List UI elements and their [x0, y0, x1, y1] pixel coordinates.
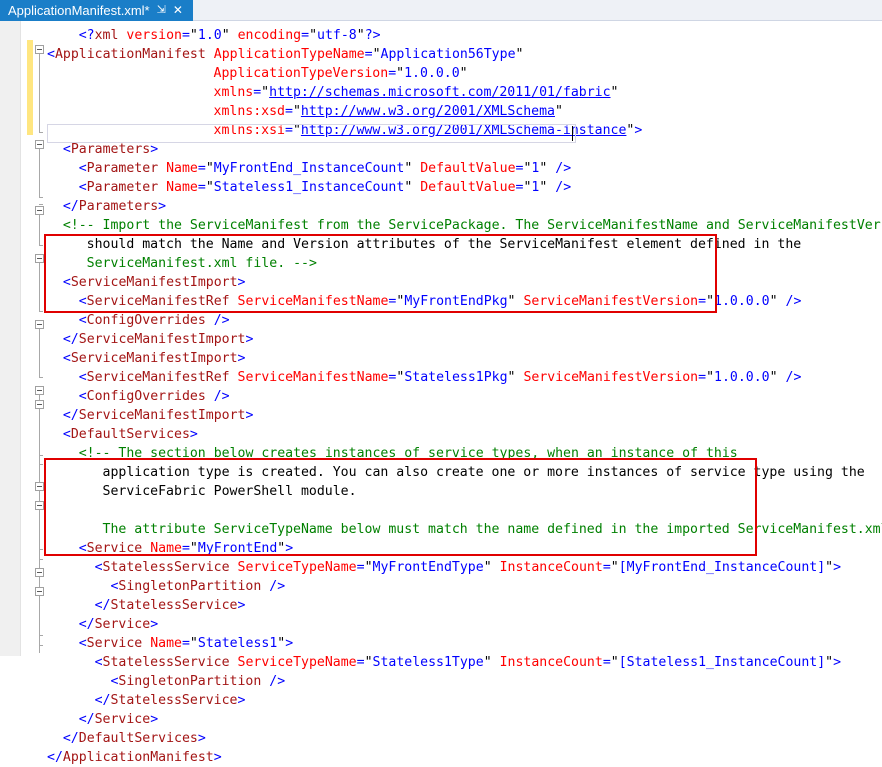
- code-line-text: <StatelessService ServiceTypeName="MyFro…: [95, 558, 841, 577]
- code-line-text: <ServiceManifestRef ServiceManifestName=…: [79, 368, 802, 387]
- code-line-text: <!-- Import the ServiceManifest from the…: [63, 216, 882, 235]
- code-line-text: </Service>: [79, 615, 158, 634]
- code-line-text: </StatelessService>: [95, 691, 246, 710]
- xml-code-editor[interactable]: <?xml version="1.0" encoding="utf-8"?><A…: [0, 21, 882, 656]
- code-line-text: <ConfigOverrides />: [79, 311, 230, 330]
- code-line-text: The attribute ServiceTypeName below must…: [103, 520, 882, 539]
- code-line-text: </ApplicationManifest>: [47, 748, 222, 767]
- code-line-text: should match the Name and Version attrib…: [87, 235, 802, 254]
- code-line-text: <Parameter Name="MyFrontEnd_InstanceCoun…: [79, 159, 571, 178]
- code-line-text: <?xml version="1.0" encoding="utf-8"?>: [79, 26, 381, 45]
- close-icon[interactable]: ✕: [173, 0, 183, 21]
- pin-icon[interactable]: ⇲: [157, 0, 166, 21]
- code-line-text: </StatelessService>: [95, 596, 246, 615]
- text-caret: [572, 126, 573, 141]
- code-text-area[interactable]: <?xml version="1.0" encoding="utf-8"?><A…: [0, 21, 882, 656]
- tab-title: ApplicationManifest.xml*: [8, 0, 150, 21]
- code-line-text: </Service>: [79, 710, 158, 729]
- code-line-text: <!-- The section below creates instances…: [79, 444, 738, 463]
- code-line-text: <SingletonPartition />: [110, 672, 285, 691]
- code-line-text: </ServiceManifestImport>: [63, 406, 254, 425]
- code-line-text: ApplicationTypeVersion="1.0.0.0": [214, 64, 468, 83]
- code-line-text: </ServiceManifestImport>: [63, 330, 254, 349]
- code-line-text: xmlns="http://schemas.microsoft.com/2011…: [214, 83, 619, 102]
- code-line-text: <Service Name="MyFrontEnd">: [79, 539, 293, 558]
- code-line-text: <ApplicationManifest ApplicationTypeName…: [47, 45, 523, 64]
- editor-tab-strip: ApplicationManifest.xml* ⇲ ✕: [0, 0, 882, 21]
- code-line-text: </Parameters>: [63, 197, 166, 216]
- code-line-text: <ServiceManifestImport>: [63, 349, 246, 368]
- code-line-text: <ConfigOverrides />: [79, 387, 230, 406]
- code-line-text: <ServiceManifestRef ServiceManifestName=…: [79, 292, 802, 311]
- code-line-text: ServiceManifest.xml file. -->: [87, 254, 317, 273]
- code-line-text: <DefaultServices>: [63, 425, 198, 444]
- code-line-text: <Parameters>: [63, 140, 158, 159]
- code-line-text: <Service Name="Stateless1">: [79, 634, 293, 653]
- code-line-text: application type is created. You can als…: [103, 463, 865, 482]
- code-line-text: xmlns:xsd="http://www.w3.org/2001/XMLSch…: [214, 102, 563, 121]
- code-line-text: xmlns:xsi="http://www.w3.org/2001/XMLSch…: [214, 121, 643, 140]
- code-line-text: <SingletonPartition />: [110, 577, 285, 596]
- code-line-text: <ServiceManifestImport>: [63, 273, 246, 292]
- code-line-text: <Parameter Name="Stateless1_InstanceCoun…: [79, 178, 571, 197]
- code-line-text: ServiceFabric PowerShell module.: [103, 482, 357, 501]
- tab-application-manifest-xml[interactable]: ApplicationManifest.xml* ⇲ ✕: [0, 0, 193, 21]
- code-line-text: </DefaultServices>: [63, 729, 206, 748]
